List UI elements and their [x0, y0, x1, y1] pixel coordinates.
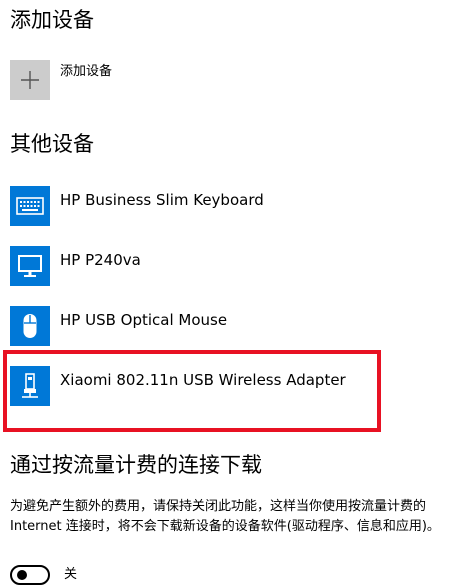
- device-name: HP Business Slim Keyboard: [60, 191, 264, 209]
- add-devices-heading: 添加设备: [10, 8, 94, 32]
- device-name: HP P240va: [60, 251, 141, 269]
- plus-icon: [21, 71, 39, 89]
- monitor-icon: [18, 255, 42, 277]
- metered-description: 为避免产生额外的费用，请保持关闭此功能，这样当你使用按流量计费的 Interne…: [10, 499, 440, 534]
- device-tile: [10, 186, 50, 226]
- other-devices-heading: 其他设备: [10, 132, 94, 156]
- add-device-label: 添加设备: [60, 64, 113, 79]
- toggle-state-label: 关: [64, 567, 78, 582]
- keyboard-icon: [16, 197, 44, 215]
- device-name: HP USB Optical Mouse: [60, 311, 228, 329]
- mouse-icon: [23, 314, 37, 338]
- add-device-tile: [10, 60, 50, 100]
- metered-download-heading: 通过按流量计费的连接下载: [10, 453, 262, 477]
- device-item-mouse[interactable]: HP USB Optical Mouse: [10, 306, 370, 348]
- add-device-button[interactable]: 添加设备: [10, 60, 310, 102]
- device-tile: [10, 306, 50, 346]
- device-tile: [10, 246, 50, 286]
- device-item-keyboard[interactable]: HP Business Slim Keyboard: [10, 186, 370, 228]
- device-item-monitor[interactable]: HP P240va: [10, 246, 370, 288]
- metered-download-toggle[interactable]: [10, 565, 50, 585]
- metered-toggle-row: 关: [10, 563, 210, 585]
- highlight-box: [3, 350, 381, 432]
- toggle-knob: [17, 570, 27, 580]
